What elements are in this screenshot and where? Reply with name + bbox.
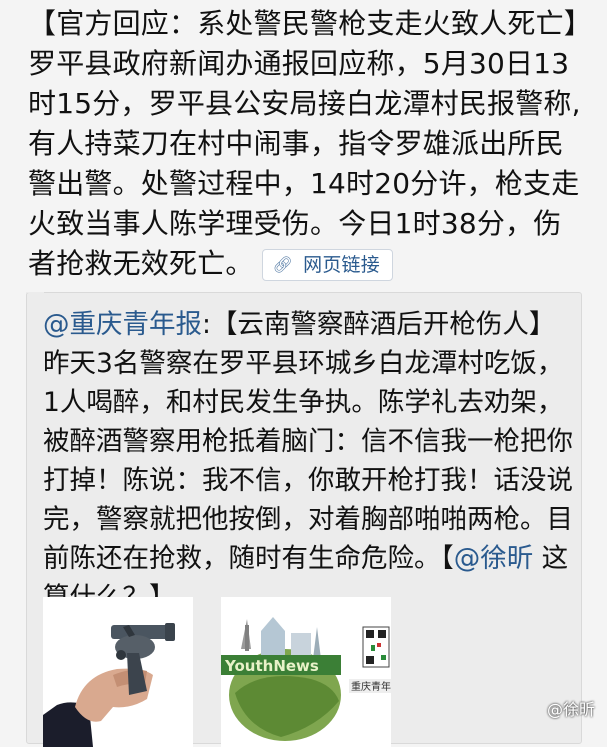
mention-link[interactable]: @徐昕 — [454, 543, 534, 574]
news-logo-thumbnail[interactable]: YouthNews 重庆青年 — [221, 597, 391, 747]
retweet-text-block: @重庆青年报:【云南警察醉酒后开枪伤人】昨天3名警察在罗平县环城乡白龙潭村吃饭，… — [43, 305, 573, 617]
weibo-watermark: @徐昕 — [546, 700, 595, 719]
web-link-label: 网页链接 — [303, 254, 380, 276]
post-text-block: 【官方回应：系处警民警枪支走火致人死亡】罗平县政府新闻办通报回应称，5月30日1… — [28, 4, 588, 284]
quote-author-sep: : — [202, 309, 211, 340]
gun-photo — [43, 597, 193, 747]
gun-image-thumbnail[interactable] — [43, 597, 193, 747]
link-icon: 🔗︎ — [272, 255, 294, 274]
news-caption-text: 重庆青年 — [351, 680, 391, 693]
web-link-button[interactable]: 🔗︎ 网页链接 — [261, 249, 393, 281]
quote-author-link[interactable]: @重庆青年报 — [43, 309, 202, 340]
youthnews-logo-text: YouthNews — [224, 657, 319, 675]
retweet-text: 【云南警察醉酒后开枪伤人】昨天3名警察在罗平县环城乡白龙潭村吃饭，1人喝醉，和村… — [43, 309, 573, 574]
globe-logo-image: YouthNews 重庆青年 — [221, 597, 391, 747]
post-text: 【官方回应：系处警民警枪支走火致人死亡】罗平县政府新闻办通报回应称，5月30日1… — [28, 7, 581, 280]
retweet-card[interactable]: @重庆青年报:【云南警察醉酒后开枪伤人】昨天3名警察在罗平县环城乡白龙潭村吃饭，… — [26, 292, 582, 747]
